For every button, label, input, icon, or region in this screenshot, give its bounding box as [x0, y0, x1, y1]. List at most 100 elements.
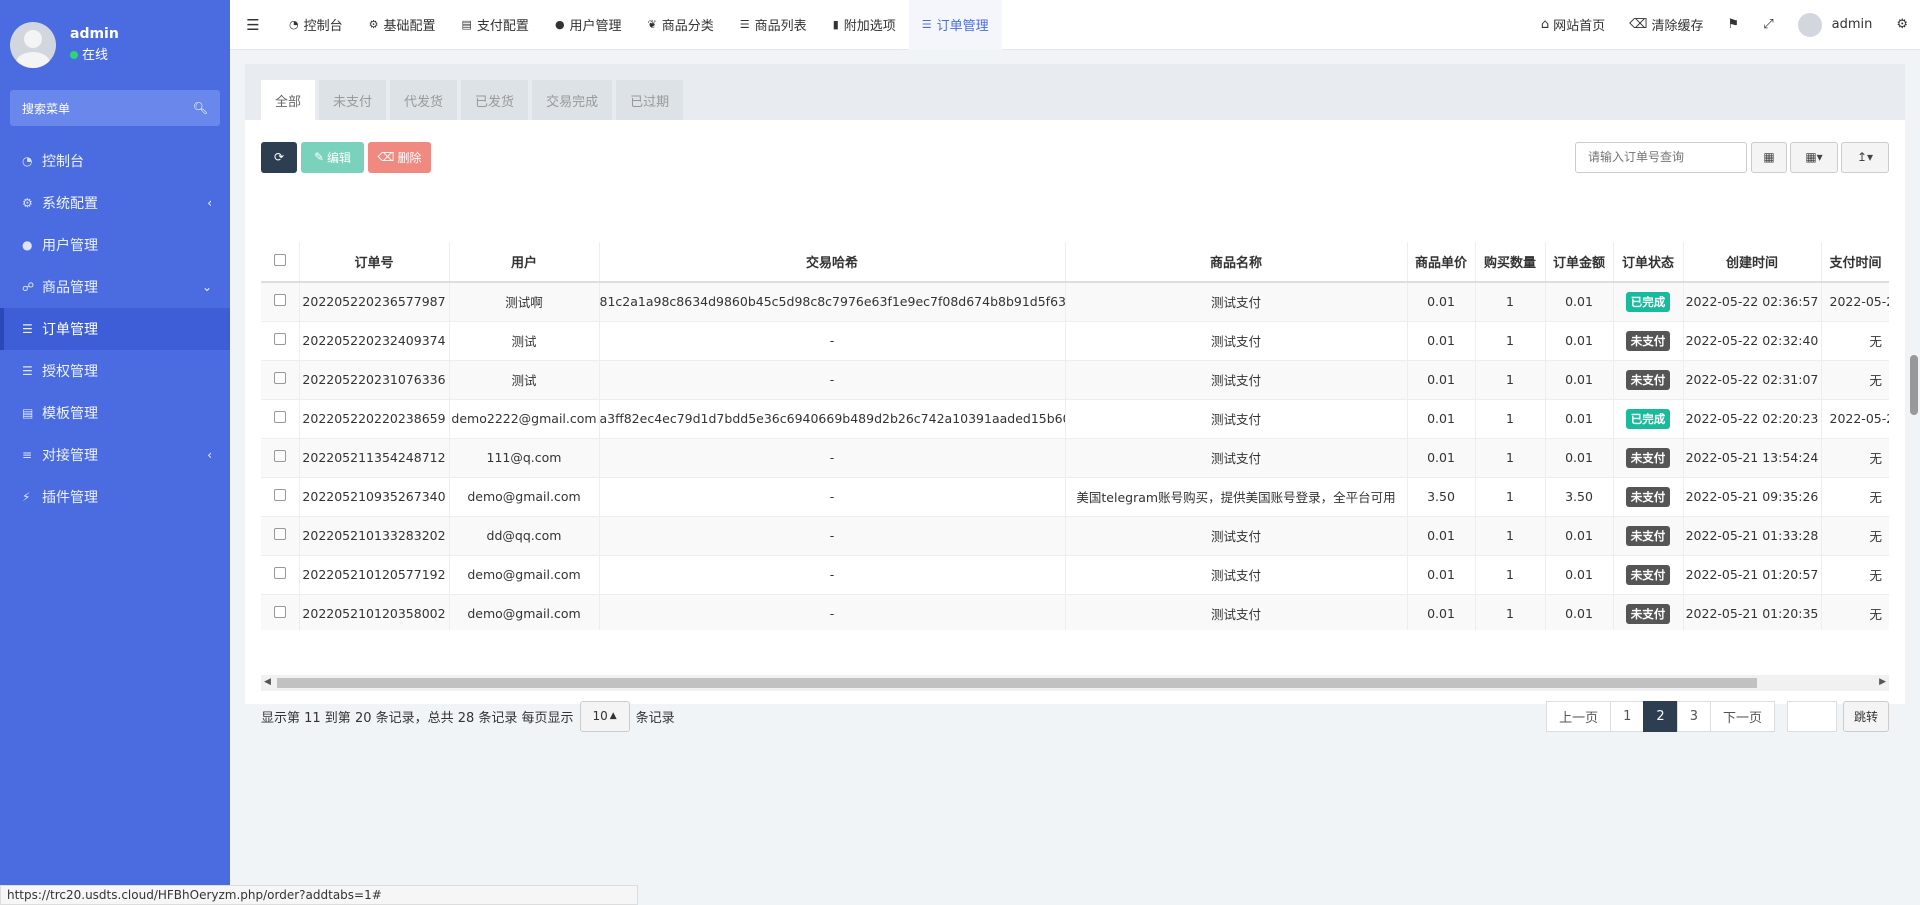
site-home-link[interactable]: ⌂ 网站首页 [1529, 15, 1617, 34]
product-name-cell: 测试支付 [1065, 593, 1408, 630]
columns-button[interactable]: ▦▾ [1790, 141, 1838, 173]
row-checkbox[interactable] [261, 515, 300, 555]
jump-page-input[interactable] [1786, 700, 1837, 732]
created-time-cell: 2022-05-21 01:33:28 [1683, 515, 1822, 555]
created-time-cell: 2022-05-21 01:20:35 [1683, 593, 1822, 630]
col-tx-hash[interactable]: 交易哈希 [599, 242, 1066, 283]
table-row[interactable]: 202205210133283202 dd@qq.com - 测试支付 0.01 1 0.0… [261, 515, 1889, 555]
user-cell: demo@gmail.com [449, 476, 600, 516]
order-search-input[interactable] [1575, 141, 1747, 173]
refresh-button[interactable]: ⟳ [261, 141, 297, 173]
sidebar-item-product-manage[interactable]: ☍ 商品管理 ⌄ [0, 266, 230, 308]
paid-time-cell: 无 [1821, 593, 1889, 630]
scroll-right-icon[interactable]: ▶ [1879, 677, 1886, 687]
delete-button[interactable]: ⌫ 删除 [368, 141, 431, 173]
user-icon: ● [22, 238, 33, 252]
row-checkbox[interactable] [261, 320, 300, 360]
fullscreen-icon[interactable]: ⤢ [1751, 17, 1785, 32]
table-row[interactable]: 202205210935267340 demo@gmail.com - 美国teleg… [261, 476, 1889, 516]
tab-order-manage[interactable]: ☰ 订单管理 [908, 0, 1002, 50]
table-row[interactable]: 202205220236577987 测试啊 81c2a1a98c8634d9860… [261, 281, 1889, 321]
language-icon[interactable]: ⚑ [1716, 17, 1752, 32]
select-all-checkbox[interactable] [261, 242, 300, 283]
table-row[interactable]: 202205210120358002 demo@gmail.com - 测试支付 0.0… [261, 593, 1889, 630]
tab-product-category[interactable]: ❦ 商品分类 [635, 0, 727, 50]
table-row[interactable]: 202205220231076336 测试 - 测试支付 0.01 1 0.01 未支付 202… [261, 359, 1889, 399]
edit-button[interactable]: ✎ 编辑 [301, 141, 364, 173]
sidebar-item-template-manage[interactable]: ▤ 模板管理 [0, 392, 230, 434]
page-size-select[interactable]: 10 ▲ [579, 700, 630, 732]
page-1-button[interactable]: 1 [1610, 700, 1645, 732]
home-icon: ⌂ [1540, 17, 1550, 32]
col-product-name[interactable]: 商品名称 [1065, 242, 1408, 283]
trash-icon: ⌫ [377, 150, 395, 164]
sidebar-item-order-manage[interactable]: ☰ 订单管理 [0, 308, 230, 350]
sidebar-item-auth-manage[interactable]: ☰ 授权管理 [0, 350, 230, 392]
sidebar-item-dashboard[interactable]: ◔ 控制台 [0, 140, 230, 182]
page-3-button[interactable]: 3 [1676, 700, 1711, 732]
sidebar-search[interactable]: 搜索菜单 🔍︎ [10, 90, 220, 126]
sidebar-item-user-manage[interactable]: ● 用户管理 [0, 224, 230, 266]
sidebar-item-plugin-manage[interactable]: ⚡ 插件管理 [0, 476, 230, 518]
product-name-cell: 测试支付 [1065, 320, 1408, 360]
col-order-status[interactable]: 订单状态 [1613, 242, 1684, 283]
row-checkbox[interactable] [261, 437, 300, 477]
table-row[interactable]: 202205210120577192 demo@gmail.com - 测试支付 0.0… [261, 554, 1889, 594]
horizontal-scrollbar[interactable]: ◀ ▶ [261, 675, 1889, 691]
unit-price-cell: 0.01 [1407, 359, 1476, 399]
col-created-time[interactable]: 创建时间 [1683, 242, 1822, 283]
row-checkbox[interactable] [261, 359, 300, 399]
table-row[interactable]: 202205211354248712 111@q.com - 测试支付 0.01 1 0.0… [261, 437, 1889, 477]
tab-pending-shipment[interactable]: 代发货 [390, 80, 458, 120]
online-status: 在线 [70, 45, 119, 67]
server-icon: ▤ [461, 18, 472, 31]
row-checkbox[interactable] [261, 476, 300, 516]
table-row[interactable]: 202205220232409374 测试 - 测试支付 0.01 1 0.01 未支付 202… [261, 320, 1889, 360]
tab-all[interactable]: 全部 [261, 80, 316, 120]
row-checkbox[interactable] [261, 398, 300, 438]
row-checkbox[interactable] [261, 593, 300, 630]
col-order-no[interactable]: 订单号 [299, 242, 450, 283]
clear-cache-button[interactable]: ⌫ 清除缓存 [1617, 15, 1715, 34]
sidebar-item-system-config[interactable]: ⚙ 系统配置 ‹ [0, 182, 230, 224]
col-unit-price[interactable]: 商品单价 [1407, 242, 1476, 283]
scrollbar-thumb[interactable] [277, 678, 1757, 688]
tab-dashboard[interactable]: ◔ 控制台 [276, 0, 356, 50]
quantity-cell: 1 [1475, 281, 1546, 321]
table-row[interactable]: 202205220220238659 demo2222@gmail.com a3ff… [261, 398, 1889, 438]
tab-shipped[interactable]: 已发货 [461, 80, 529, 120]
col-quantity[interactable]: 购买数量 [1475, 242, 1546, 283]
caret-up-icon: ▲ [609, 711, 617, 721]
page-2-button[interactable]: 2 [1643, 700, 1678, 732]
jump-button[interactable]: 跳转 [1842, 700, 1889, 732]
row-checkbox[interactable] [261, 281, 300, 321]
plug-icon: ⚡ [22, 490, 31, 504]
tab-payment-config[interactable]: ▤ 支付配置 [449, 0, 542, 50]
scroll-left-icon[interactable]: ◀ [264, 677, 271, 687]
toggle-view-button[interactable]: ▦ [1751, 141, 1787, 173]
tab-addon-options[interactable]: ▮ 附加选项 [820, 0, 909, 50]
tab-completed[interactable]: 交易完成 [532, 80, 613, 120]
col-order-amount[interactable]: 订单金额 [1545, 242, 1614, 283]
prev-page-button[interactable]: 上一页 [1546, 700, 1612, 732]
settings-icon[interactable]: ⚙ [1884, 17, 1920, 32]
col-user[interactable]: 用户 [449, 242, 600, 283]
row-checkbox[interactable] [261, 554, 300, 594]
product-name-cell: 测试支付 [1065, 359, 1408, 399]
tab-product-list[interactable]: ☰ 商品列表 [727, 0, 820, 50]
tab-unpaid[interactable]: 未支付 [319, 80, 387, 120]
created-time-cell: 2022-05-22 02:31:07 [1683, 359, 1822, 399]
col-paid-time[interactable]: 支付时间 [1821, 242, 1889, 283]
next-page-button[interactable]: 下一页 [1709, 700, 1775, 732]
tab-basic-config[interactable]: ⚙ 基础配置 [356, 0, 449, 50]
export-button[interactable]: ↥▾ [1841, 141, 1889, 173]
page-scrollbar[interactable] [1910, 355, 1918, 415]
search-icon[interactable]: 🔍︎ [193, 101, 208, 115]
tab-expired[interactable]: 已过期 [616, 80, 684, 120]
menu-toggle-icon[interactable]: ☰ [230, 16, 276, 34]
sidebar-item-docking-manage[interactable]: ≡ 对接管理 ‹ [0, 434, 230, 476]
tab-user-manage[interactable]: ● 用户管理 [542, 0, 635, 50]
amount-cell: 3.50 [1545, 476, 1614, 516]
admin-menu[interactable]: admin [1786, 12, 1885, 37]
status-badge: 未支付 [1625, 486, 1671, 507]
